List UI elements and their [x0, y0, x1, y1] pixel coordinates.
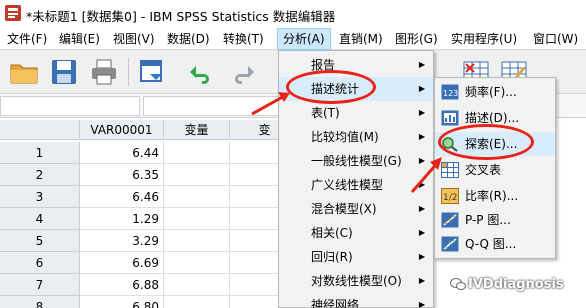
annotation-arrows	[251, 92, 442, 193]
watermark: IVDdiagnosis	[468, 277, 564, 292]
wechat-logo-icon	[450, 278, 466, 290]
